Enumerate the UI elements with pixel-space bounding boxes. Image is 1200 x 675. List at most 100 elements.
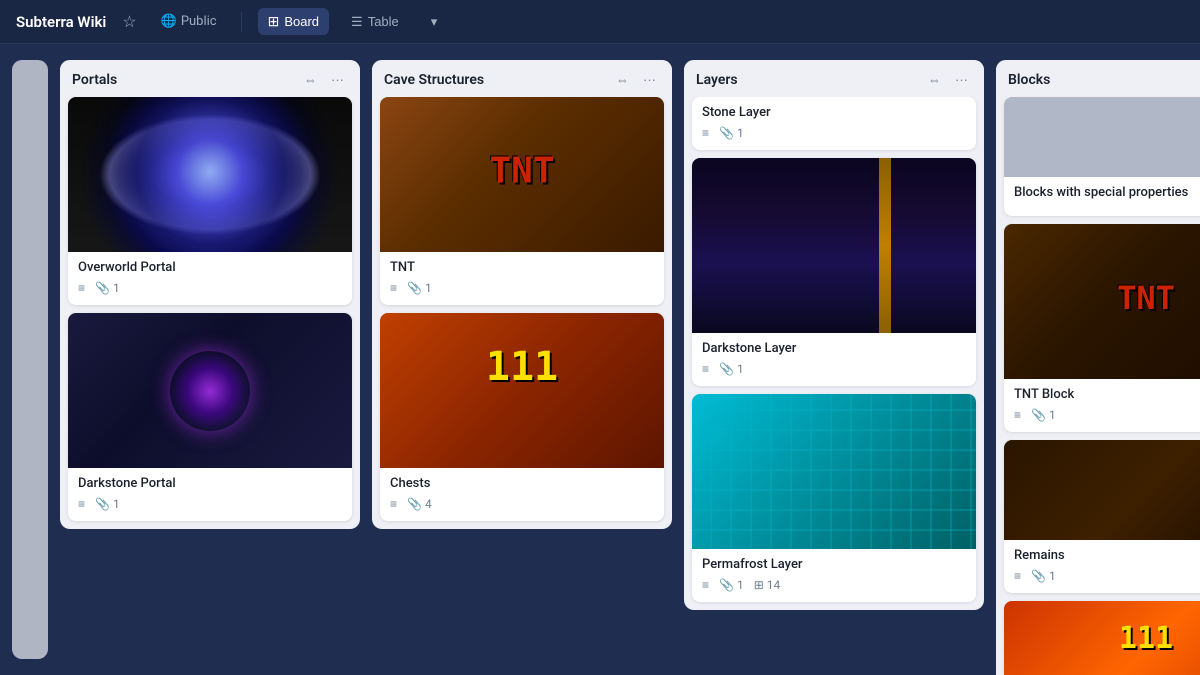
meta-value: 14 xyxy=(767,578,781,592)
column-expand-button[interactable]: ⇔ xyxy=(300,70,321,89)
app-title: Subterra Wiki xyxy=(16,13,106,31)
meta-item: ≡ xyxy=(390,281,397,295)
card-title: Permafrost Layer xyxy=(702,557,966,572)
table-button[interactable]: ☰ Table xyxy=(341,9,409,35)
meta-item: ≡ xyxy=(78,497,85,511)
card-chests[interactable]: Chests ≡ 📎 4 xyxy=(380,313,664,521)
navbar: Subterra Wiki ☆ 🌐 Public ⊞ Board ☰ Table… xyxy=(0,0,1200,44)
card-title: Chests xyxy=(390,476,654,491)
meta-icon: ≡ xyxy=(78,281,85,295)
column-menu-button[interactable]: ··· xyxy=(327,70,348,89)
meta-icon: 📎 xyxy=(1031,569,1046,583)
meta-icon: 📎 xyxy=(719,362,734,376)
card-darkstone-portal[interactable]: Darkstone Portal ≡ 📎 1 xyxy=(68,313,352,521)
card-title: Overworld Portal xyxy=(78,260,342,275)
nav-separator xyxy=(241,12,242,32)
card-title: Darkstone Layer xyxy=(702,341,966,356)
column-header-portals: Portals ⇔ ··· xyxy=(60,60,360,97)
table-icon: ☰ xyxy=(351,14,363,30)
meta-icon: ≡ xyxy=(78,497,85,511)
card-meta: ≡ 📎 1 xyxy=(1014,408,1200,422)
card-overworld-portal[interactable]: Overworld Portal ≡ 📎 1 xyxy=(68,97,352,305)
column-title-portals: Portals xyxy=(72,72,117,88)
column-expand-button[interactable]: ⇔ xyxy=(612,70,633,89)
meta-item: 📎 1 xyxy=(95,497,120,511)
meta-icon: ≡ xyxy=(390,497,397,511)
card-tnt-block[interactable]: TNT Block ≡ 📎 1 xyxy=(1004,224,1200,432)
card-meta: ≡ 📎 1 xyxy=(78,497,342,511)
meta-item: ≡ xyxy=(702,578,709,592)
column-header-cave-structures: Cave Structures ⇔ ··· xyxy=(372,60,672,97)
card-body: Darkstone Layer ≡ 📎 1 xyxy=(692,333,976,386)
column-body-blocks: Blocks with special properties TNT Block… xyxy=(996,97,1200,675)
card-body: Permafrost Layer ≡ 📎 1 ⊞ 14 xyxy=(692,549,976,602)
card-body: TNT Block ≡ 📎 1 xyxy=(1004,379,1200,432)
card-meta: ≡ 📎 1 xyxy=(78,281,342,295)
meta-icon: 📎 xyxy=(719,126,734,140)
meta-item: ⊞ 14 xyxy=(754,578,781,592)
meta-item: ≡ xyxy=(1014,569,1021,583)
meta-item: ≡ xyxy=(1014,408,1021,422)
column-portals: Portals ⇔ ··· Overworld Portal ≡ 📎 1 xyxy=(60,60,360,529)
card-meta: ≡ 📎 1 xyxy=(1014,569,1200,583)
meta-value: 4 xyxy=(425,497,432,511)
column-header-actions: ⇔ ··· xyxy=(300,70,348,89)
left-peek-column xyxy=(12,60,48,659)
card-body: Remains ≡ 📎 1 xyxy=(1004,540,1200,593)
card-darkstone-layer[interactable]: Darkstone Layer ≡ 📎 1 xyxy=(692,158,976,386)
meta-icon: ⊞ xyxy=(754,578,764,592)
meta-value: 1 xyxy=(1049,408,1056,422)
card-lava-block[interactable] xyxy=(1004,601,1200,675)
board-button[interactable]: ⊞ Board xyxy=(258,8,329,35)
meta-icon: ≡ xyxy=(702,362,709,376)
visibility-label: Public xyxy=(181,14,217,29)
meta-item: 📎 1 xyxy=(95,281,120,295)
board-area: Portals ⇔ ··· Overworld Portal ≡ 📎 1 xyxy=(0,44,1200,675)
meta-icon: 📎 xyxy=(95,497,110,511)
card-body: Darkstone Portal ≡ 📎 1 xyxy=(68,468,352,521)
card-body: Stone Layer ≡ 📎 1 xyxy=(692,97,976,150)
meta-value: 1 xyxy=(425,281,432,295)
board-icon: ⊞ xyxy=(268,13,280,30)
card-body: Blocks with special properties xyxy=(1004,177,1200,216)
column-cave-structures: Cave Structures ⇔ ··· TNT ≡ 📎 1 xyxy=(372,60,672,529)
star-button[interactable]: ☆ xyxy=(118,8,140,36)
column-title-layers: Layers xyxy=(696,72,738,88)
meta-value: 1 xyxy=(1049,569,1056,583)
meta-value: 1 xyxy=(113,497,120,511)
meta-item: 📎 1 xyxy=(719,578,744,592)
card-tnt[interactable]: TNT ≡ 📎 1 xyxy=(380,97,664,305)
more-button[interactable]: ▾ xyxy=(421,9,448,35)
card-blocks-special[interactable]: Blocks with special properties xyxy=(1004,97,1200,216)
meta-item: 📎 1 xyxy=(1031,408,1056,422)
column-menu-button[interactable]: ··· xyxy=(639,70,660,89)
meta-icon: ≡ xyxy=(1014,569,1021,583)
card-meta: ≡ 📎 1 xyxy=(702,362,966,376)
card-title: Darkstone Portal xyxy=(78,476,342,491)
card-stone-layer[interactable]: Stone Layer ≡ 📎 1 xyxy=(692,97,976,150)
card-body: Chests ≡ 📎 4 xyxy=(380,468,664,521)
table-label: Table xyxy=(368,14,399,29)
meta-item: 📎 1 xyxy=(1031,569,1056,583)
column-header-actions: ⇔ ··· xyxy=(924,70,972,89)
board-label: Board xyxy=(284,14,319,29)
meta-item: 📎 1 xyxy=(719,362,744,376)
column-header-actions: ⇔ ··· xyxy=(612,70,660,89)
card-permafrost-layer[interactable]: Permafrost Layer ≡ 📎 1 ⊞ 14 xyxy=(692,394,976,602)
column-layers: Layers ⇔ ··· Stone Layer ≡ 📎 1 xyxy=(684,60,984,610)
visibility-badge[interactable]: 🌐 Public xyxy=(153,10,225,33)
card-title: Stone Layer xyxy=(702,105,966,120)
chevron-down-icon: ▾ xyxy=(431,14,438,30)
column-expand-button[interactable]: ⇔ xyxy=(924,70,945,89)
meta-item: ≡ xyxy=(702,362,709,376)
column-menu-button[interactable]: ··· xyxy=(951,70,972,89)
column-body-cave-structures: TNT ≡ 📎 1 Chests ≡ xyxy=(372,97,672,529)
meta-icon: ≡ xyxy=(390,281,397,295)
card-body: TNT ≡ 📎 1 xyxy=(380,252,664,305)
meta-value: 1 xyxy=(737,362,744,376)
meta-icon: 📎 xyxy=(407,497,422,511)
meta-item: ≡ xyxy=(390,497,397,511)
columns-container: Portals ⇔ ··· Overworld Portal ≡ 📎 1 xyxy=(60,60,1200,675)
card-remains[interactable]: Remains ≡ 📎 1 xyxy=(1004,440,1200,593)
meta-value: 1 xyxy=(737,578,744,592)
